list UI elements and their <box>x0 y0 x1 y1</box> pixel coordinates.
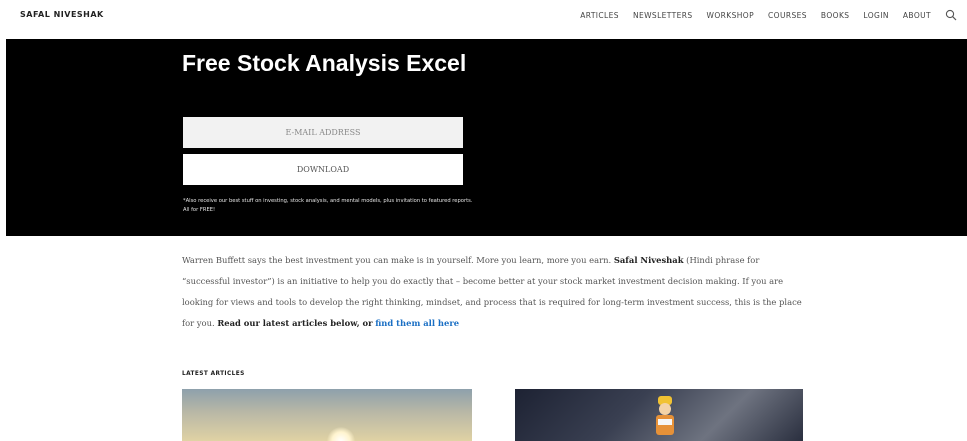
nav-item-about[interactable]: ABOUT <box>903 11 931 20</box>
nav-item-articles[interactable]: ARTICLES <box>580 11 619 20</box>
download-button[interactable]: DOWNLOAD <box>183 154 463 185</box>
nav-item-login[interactable]: LOGIN <box>863 11 888 20</box>
find-all-articles-link[interactable]: find them all here <box>375 318 459 328</box>
latest-articles-heading: LATEST ARTICLES <box>182 371 245 377</box>
main-menu: ARTICLES NEWSLETTERS WORKSHOP COURSES BO… <box>580 9 957 21</box>
nav-item-workshop[interactable]: WORKSHOP <box>707 11 754 20</box>
intro-text-1: Warren Buffett says the best investment … <box>182 255 612 265</box>
nav-item-books[interactable]: BOOKS <box>821 11 850 20</box>
article-thumbnail-figurine[interactable] <box>515 389 803 441</box>
intro-cta: Read our latest articles below, or <box>217 318 373 328</box>
email-field[interactable] <box>183 117 463 148</box>
hero-banner: Free Stock Analysis Excel DOWNLOAD *Also… <box>6 39 967 236</box>
nav-item-newsletters[interactable]: NEWSLETTERS <box>633 11 693 20</box>
site-logo[interactable]: SAFAL NIVESHAK <box>20 10 104 19</box>
hero-disclaimer: *Also receive our best stuff on investin… <box>183 198 473 213</box>
search-icon[interactable] <box>945 9 957 21</box>
nav-item-courses[interactable]: COURSES <box>768 11 807 20</box>
article-thumbnail-sunset[interactable] <box>182 389 472 441</box>
top-navigation: SAFAL NIVESHAK ARTICLES NEWSLETTERS WORK… <box>0 0 967 32</box>
intro-brand: Safal Niveshak <box>613 255 684 265</box>
sun-glow <box>327 427 355 441</box>
hero-title: Free Stock Analysis Excel <box>182 50 467 76</box>
figurine-image <box>656 396 674 435</box>
intro-paragraph: Warren Buffett says the best investment … <box>182 250 804 334</box>
